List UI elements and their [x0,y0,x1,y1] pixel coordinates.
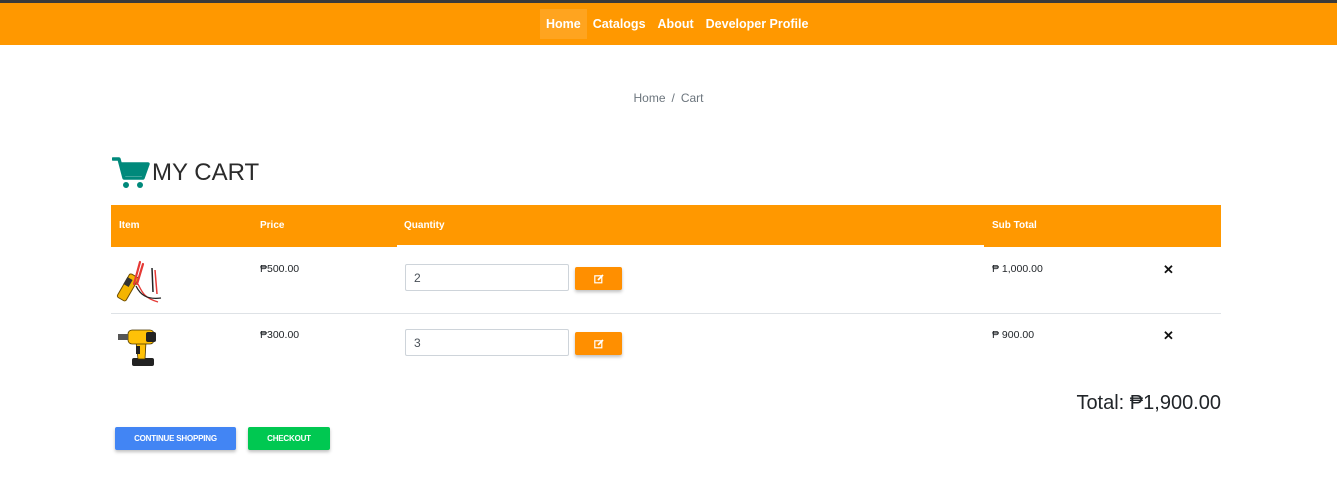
header-price: Price [260,220,285,231]
breadcrumb-separator: / [671,91,675,105]
row-price: ₱500.00 [260,263,300,275]
top-navbar: Home Catalogs About Developer Profile [0,3,1337,45]
table-row: ₱300.00 ₱ 900.00 ✕ [111,314,1221,379]
header-item: Item [119,220,140,231]
row-subtotal: ₱ 1,000.00 [992,263,1043,275]
nav-links: Home Catalogs About Developer Profile [540,9,814,39]
multimeter-image [116,260,162,303]
header-subtotal: Sub Total [992,220,1037,231]
update-quantity-button[interactable] [575,267,622,290]
edit-icon [593,273,604,283]
breadcrumb-current: Cart [680,91,704,105]
nav-catalogs[interactable]: Catalogs [587,9,652,39]
remove-item-button[interactable]: ✕ [1163,328,1174,344]
checkout-button[interactable]: CHECKOUT [248,427,330,450]
row-subtotal: ₱ 900.00 [992,329,1035,341]
page-title: MY CART [152,159,260,186]
breadcrumb: Home / Cart [0,91,1337,105]
quantity-input[interactable] [405,264,569,291]
nav-home[interactable]: Home [540,9,587,39]
breadcrumb-home[interactable]: Home [633,91,665,105]
row-price: ₱300.00 [260,329,300,341]
cart-icon [112,157,150,188]
quantity-input[interactable] [405,329,569,356]
nav-developer-profile[interactable]: Developer Profile [700,9,815,39]
edit-icon [593,338,604,348]
header-quantity: Quantity [404,220,445,231]
update-quantity-button[interactable] [575,332,622,355]
continue-shopping-button[interactable]: CONTINUE SHOPPING [115,427,236,450]
remove-item-button[interactable]: ✕ [1163,262,1174,278]
nav-about[interactable]: About [652,9,700,39]
cart-heading: MY CART [112,155,259,191]
cart-table-header: Item Price Quantity Sub Total [111,205,1221,247]
power-drill-image [118,329,156,366]
table-row: ₱500.00 ₱ 1,000.00 ✕ [111,248,1221,314]
cart-total: Total: ₱1,900.00 [1076,392,1221,414]
